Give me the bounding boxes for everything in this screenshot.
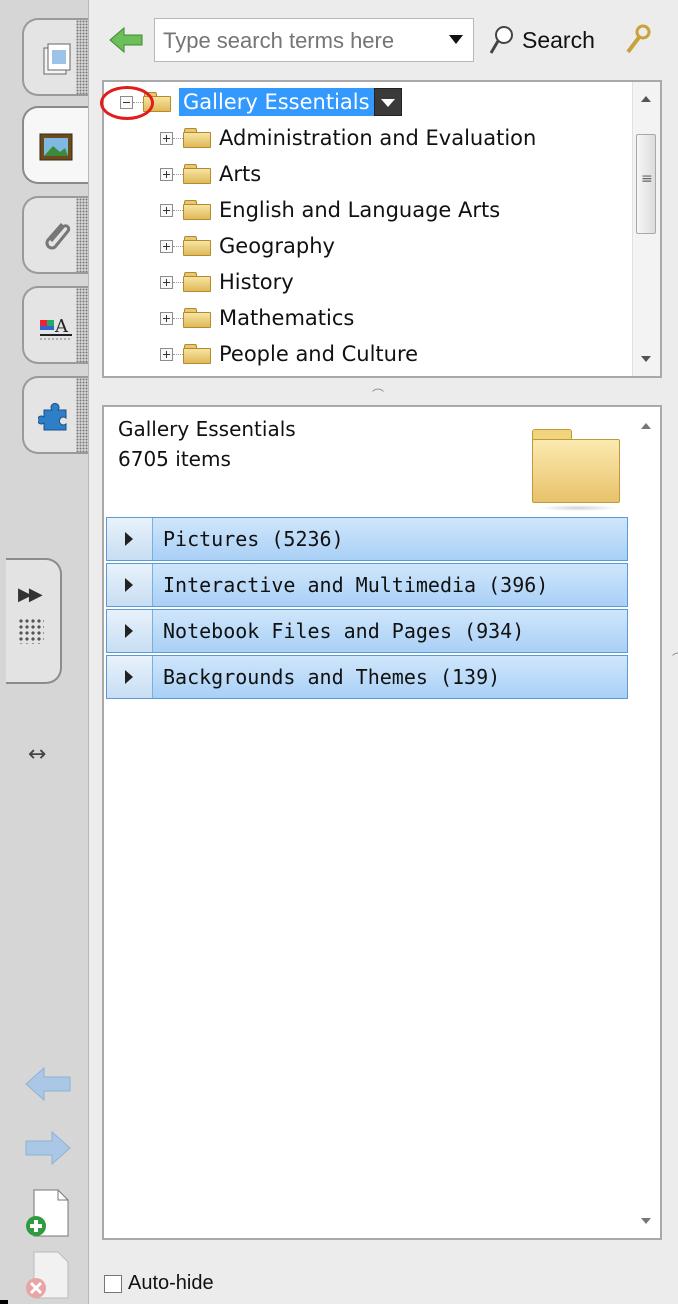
folder-icon <box>183 344 211 364</box>
tree-item-label: History <box>219 270 294 294</box>
expand-arrow-icon[interactable] <box>107 518 153 560</box>
tab-grip <box>76 378 88 452</box>
search-button-label: Search <box>522 26 595 53</box>
tree-item[interactable]: Arts <box>160 158 261 190</box>
folder-icon <box>183 272 211 292</box>
gallery-toolbar: Search <box>100 12 665 68</box>
paperclip-icon <box>45 223 71 250</box>
tree-item-label: People and Culture <box>219 342 419 366</box>
category-label: Notebook Files and Pages (934) <box>163 619 525 643</box>
collection-title: Gallery Essentials <box>118 417 296 441</box>
tab-grip <box>76 198 88 272</box>
collection-count: 6705 items <box>118 447 231 471</box>
grid-icon <box>18 618 44 644</box>
gallery-tree: Gallery Essentials Administration and Ev… <box>102 80 662 378</box>
search-button[interactable]: Search <box>488 20 595 60</box>
content-scrollbar[interactable] <box>632 407 660 1238</box>
tree-item[interactable]: Mathematics <box>160 302 354 334</box>
svg-text:A: A <box>54 316 69 337</box>
tab-grip <box>76 20 88 94</box>
scroll-thumb[interactable] <box>636 134 656 234</box>
expand-icon[interactable] <box>160 131 173 145</box>
tree-item[interactable]: Geography <box>160 230 335 262</box>
search-input[interactable] <box>161 25 435 57</box>
expand-icon[interactable] <box>160 311 173 325</box>
folder-icon <box>183 236 211 256</box>
expand-icon[interactable] <box>160 275 173 289</box>
collapse-sidebar-button[interactable]: ▶▶ <box>6 558 62 684</box>
expand-icon[interactable] <box>160 239 173 253</box>
properties-icon: A <box>40 316 72 340</box>
tree-item-label: English and Language Arts <box>219 198 501 222</box>
puzzle-icon <box>38 402 67 431</box>
tree-scrollbar[interactable] <box>632 82 660 376</box>
page-sorter-icon <box>43 43 71 75</box>
folder-icon <box>183 308 211 328</box>
gallery-content-pane: Gallery Essentials 6705 items Pictures (… <box>102 405 662 1240</box>
tree-item-label: Arts <box>219 162 262 186</box>
category-row[interactable]: Interactive and Multimedia (396) <box>106 563 628 607</box>
scroll-down-icon[interactable] <box>641 356 651 362</box>
tree-item[interactable]: English and Language Arts <box>160 194 500 226</box>
category-label: Backgrounds and Themes (139) <box>163 665 501 689</box>
expand-arrow-icon[interactable] <box>107 564 153 606</box>
delete-page-icon[interactable] <box>24 1250 72 1302</box>
forward-arrow-icon[interactable] <box>22 1128 74 1168</box>
category-label: Interactive and Multimedia (396) <box>163 573 549 597</box>
back-arrow-icon[interactable] <box>22 1064 74 1104</box>
tab-addons[interactable] <box>22 376 88 454</box>
tab-grip <box>76 288 88 362</box>
tab-properties[interactable]: A <box>22 286 88 364</box>
folder-icon <box>532 427 622 511</box>
back-arrow-icon[interactable] <box>108 26 144 54</box>
search-history-dropdown-icon[interactable] <box>449 35 463 44</box>
fast-forward-icon: ▶▶ <box>18 584 43 605</box>
scroll-up-icon[interactable] <box>641 423 651 429</box>
expand-arrow-icon[interactable] <box>107 610 153 652</box>
move-sidebar-icon[interactable]: ↔ <box>28 742 46 767</box>
panel-resize-grip[interactable]: ⌒ <box>672 650 678 667</box>
category-row[interactable]: Pictures (5236) <box>106 517 628 561</box>
tree-root-row[interactable]: Gallery Essentials <box>120 86 402 118</box>
expand-icon[interactable] <box>160 203 173 217</box>
tab-attachments[interactable] <box>22 196 88 274</box>
scroll-up-icon[interactable] <box>641 96 651 102</box>
tab-gallery[interactable] <box>22 106 88 184</box>
tree-item[interactable]: History <box>160 266 294 298</box>
autohide-option[interactable]: Auto-hide <box>104 1272 214 1295</box>
category-row[interactable]: Backgrounds and Themes (139) <box>106 655 628 699</box>
search-icon <box>489 26 513 54</box>
gallery-icon <box>39 133 73 161</box>
sidebar-tab-strip: A ▶▶ ↔ <box>0 0 89 1304</box>
tree-root-label: Gallery Essentials <box>179 88 374 116</box>
tab-page-sorter[interactable] <box>22 18 88 96</box>
autohide-checkbox[interactable] <box>104 1274 122 1293</box>
scroll-down-icon[interactable] <box>641 1218 651 1224</box>
expand-icon[interactable] <box>160 347 173 361</box>
folder-icon <box>183 200 211 220</box>
folder-icon <box>183 164 211 184</box>
highlight-circle <box>100 86 154 120</box>
category-row[interactable]: Notebook Files and Pages (934) <box>106 609 628 653</box>
tree-item-label: Geography <box>219 234 335 258</box>
search-box[interactable] <box>154 18 474 62</box>
tree-item[interactable]: People and Culture <box>160 338 418 370</box>
expand-arrow-icon[interactable] <box>107 656 153 698</box>
category-list: Pictures (5236) Interactive and Multimed… <box>106 517 628 701</box>
panel-splitter[interactable]: ⌒ <box>372 386 384 403</box>
folder-icon <box>183 128 211 148</box>
tree-item-label: Administration and Evaluation <box>219 126 537 150</box>
category-label: Pictures (5236) <box>163 527 344 551</box>
tree-item[interactable]: Administration and Evaluation <box>160 122 536 154</box>
expand-icon[interactable] <box>160 167 173 181</box>
wrench-icon[interactable] <box>622 24 652 56</box>
root-options-dropdown-icon[interactable] <box>373 88 402 116</box>
window-corner <box>0 1300 8 1304</box>
tree-item-label: Mathematics <box>219 306 355 330</box>
add-page-icon[interactable] <box>24 1188 72 1240</box>
autohide-label: Auto-hide <box>128 1272 214 1294</box>
